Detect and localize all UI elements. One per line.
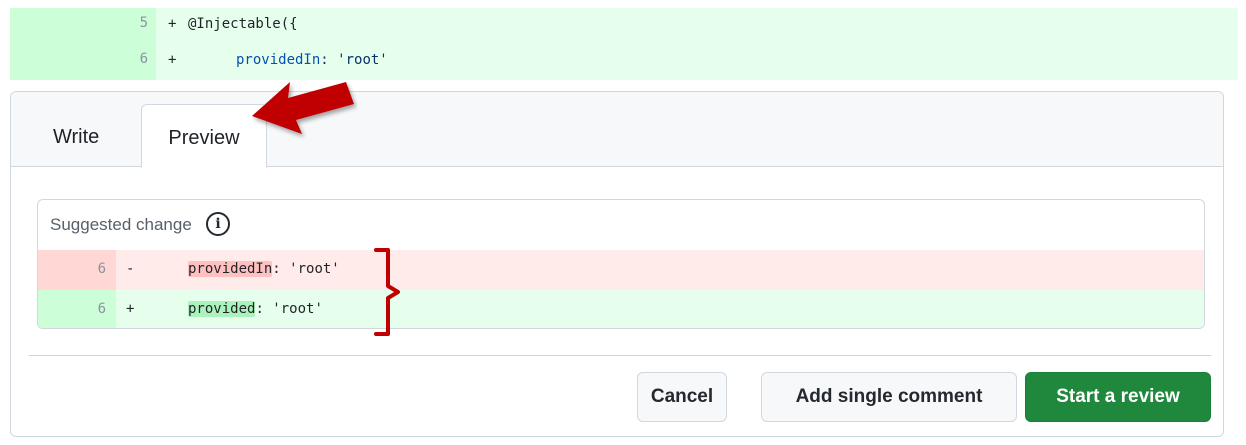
line-number-gutter: 6 (38, 290, 116, 328)
removed-highlight: providedIn (188, 261, 273, 277)
code-value: : 'root' (320, 52, 388, 68)
suggested-change-title: Suggested change (50, 215, 192, 234)
line-number: 6 (97, 261, 106, 277)
line-number: 6 (139, 51, 148, 67)
comment-tabs: Write Preview (11, 92, 1223, 168)
review-comment-box: Write Preview Suggested change i 6 - pro… (10, 91, 1224, 437)
code-key: providedIn (236, 52, 321, 68)
line-number: 5 (139, 15, 148, 31)
info-circle-icon[interactable]: i (206, 212, 230, 236)
code-value: : 'root' (272, 261, 340, 277)
line-number-gutter: 6 (38, 250, 116, 290)
line-number: 6 (97, 301, 106, 317)
added-line: 6 + provided: 'root' (38, 290, 1204, 328)
add-single-comment-button[interactable]: Add single comment (761, 372, 1017, 422)
line-number-gutter: 5 (10, 8, 156, 44)
diff-sign: + (168, 52, 177, 68)
suggested-change-box: Suggested change i 6 - providedIn: 'root… (37, 199, 1205, 329)
diff-line: 5 + @Injectable({ (10, 8, 1238, 44)
line-number-gutter: 6 (10, 44, 156, 80)
divider (29, 355, 1211, 356)
added-highlight: provided (188, 301, 256, 317)
diff-context: 5 + @Injectable({ 6 + providedIn: 'root' (10, 8, 1238, 80)
diff-sign: + (168, 16, 177, 32)
tab-write[interactable]: Write (41, 104, 141, 168)
code-text: provided: 'root' (188, 301, 323, 317)
diff-line: 6 + providedIn: 'root' (10, 44, 1238, 80)
code-text: providedIn: 'root' (236, 52, 388, 68)
removed-line: 6 - providedIn: 'root' (38, 250, 1204, 290)
red-arrow-annotation-icon (252, 82, 354, 134)
code-value: : 'root' (255, 301, 323, 317)
code-text: providedIn: 'root' (188, 261, 340, 277)
screenshot-frame: 5 + @Injectable({ 6 + providedIn: 'root'… (0, 0, 1246, 445)
start-review-button[interactable]: Start a review (1025, 372, 1211, 422)
code-text: @Injectable({ (188, 16, 298, 32)
suggested-change-header: Suggested change i (38, 200, 1204, 250)
cancel-button[interactable]: Cancel (637, 372, 727, 422)
diff-sign: + (126, 301, 135, 317)
diff-sign: - (126, 261, 135, 277)
red-bracket-annotation-icon (374, 248, 400, 336)
